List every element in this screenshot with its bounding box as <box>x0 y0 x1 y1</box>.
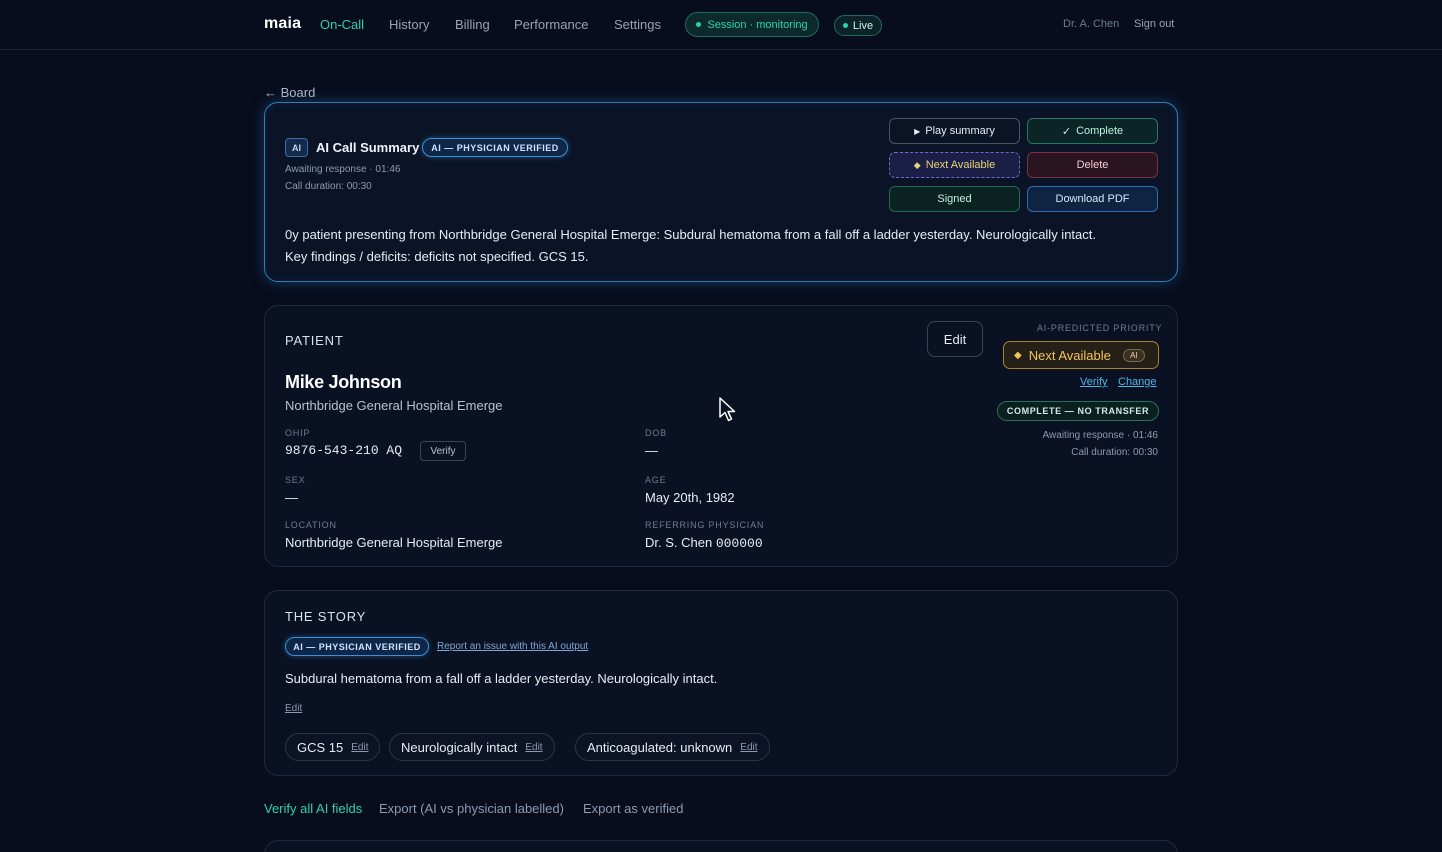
priority-value: Next Available <box>1028 347 1111 363</box>
session-status-label: Session · monitoring <box>707 18 808 31</box>
chip-edit-link[interactable]: Edit <box>525 742 542 753</box>
nav-item-settings[interactable]: Settings <box>614 17 661 32</box>
play-icon: ▶ <box>914 126 921 136</box>
ai-summary-line-1: 0y patient presenting from Northbridge G… <box>285 227 1096 242</box>
referring-physician-value: Dr. S. Chen 000000 <box>645 535 763 551</box>
download-pdf-button[interactable]: Download PDF <box>1027 186 1158 212</box>
story-verified-badge: AI — PHYSICIAN VERIFIED <box>285 637 429 656</box>
verify-ohip-button[interactable]: Verify <box>420 441 466 461</box>
patient-awaiting-response: Awaiting response · 01:46 <box>1042 430 1158 441</box>
mouse-cursor-icon <box>719 397 736 422</box>
patient-hospital: Northbridge General Hospital Emerge <box>285 398 503 413</box>
export-verified-link[interactable]: Export as verified <box>583 801 683 816</box>
complete-button[interactable]: ✓ Complete <box>1027 118 1158 144</box>
dob-value: — <box>645 443 658 458</box>
location-value: Northbridge General Hospital Emerge <box>285 535 503 550</box>
play-summary-label: Play summary <box>925 125 995 137</box>
finding-chip-gcs: GCS 15 Edit <box>285 733 381 761</box>
referring-physician-label: REFERRING PHYSICIAN <box>645 520 765 530</box>
patient-card: PATIENT Edit Mike Johnson Northbridge Ge… <box>264 305 1178 567</box>
finding-chip-anticoag: Anticoagulated: unknown Edit <box>575 733 770 761</box>
chip-edit-link[interactable]: Edit <box>351 742 368 753</box>
nav-item-on-call[interactable]: On-Call <box>320 17 364 32</box>
live-status-pill: Live <box>834 15 882 36</box>
export-labelled-link[interactable]: Export (AI vs physician labelled) <box>379 801 564 816</box>
ai-tag: AI <box>1122 348 1145 362</box>
ai-summary-text: 0y patient presenting from Northbridge G… <box>285 224 1161 268</box>
status-dot-icon <box>696 22 702 27</box>
patient-call-duration: Call duration: 00:30 <box>1071 447 1158 458</box>
referring-physician-name: Dr. S. Chen <box>645 535 713 550</box>
sex-value: — <box>285 490 298 505</box>
chip-edit-link[interactable]: Edit <box>740 742 757 753</box>
verify-priority-link[interactable]: Verify <box>1080 376 1108 388</box>
chip-label: GCS 15 <box>297 739 344 755</box>
patient-section-title: PATIENT <box>285 333 344 348</box>
ohip-label: OHIP <box>285 428 311 438</box>
story-card: THE STORY AI — PHYSICIAN VERIFIED Report… <box>264 590 1178 776</box>
priority-pill[interactable]: ◆ Next Available AI <box>1003 341 1159 369</box>
sex-label: SEX <box>285 475 306 485</box>
session-status-pill[interactable]: Session · monitoring <box>685 12 819 37</box>
current-user: Dr. A. Chen <box>1063 18 1120 30</box>
chip-label: Neurologically intact <box>401 739 518 755</box>
physician-verified-badge: AI — PHYSICIAN VERIFIED <box>422 138 568 157</box>
location-label: LOCATION <box>285 520 337 530</box>
live-status-label: Live <box>852 19 874 32</box>
live-dot-icon <box>842 23 848 28</box>
report-ai-issue-link[interactable]: Report an issue with this AI output <box>437 641 588 652</box>
ai-priority-label: AI-PREDICTED PRIORITY <box>1037 323 1163 333</box>
diamond-icon: ◆ <box>913 159 921 170</box>
call-duration-text: Call duration: 00:30 <box>285 181 372 192</box>
next-section-card <box>264 840 1178 852</box>
next-available-label: Next Available <box>925 159 996 171</box>
change-priority-link[interactable]: Change <box>1118 376 1157 388</box>
top-nav: maia On-Call History Billing Performance… <box>0 0 1442 50</box>
delete-button[interactable]: Delete <box>1027 152 1158 178</box>
awaiting-response-text: Awaiting response · 01:46 <box>285 164 401 175</box>
ai-badge: AI <box>285 138 308 157</box>
sign-out-link[interactable]: Sign out <box>1134 18 1174 30</box>
edit-story-link[interactable]: Edit <box>285 703 302 714</box>
check-icon: ✓ <box>1061 125 1072 138</box>
next-available-button[interactable]: ◆ Next Available <box>889 152 1020 178</box>
ai-summary-title: AI Call Summary <box>316 140 420 155</box>
chip-label: Anticoagulated: unknown <box>587 739 733 755</box>
disposition-status-badge: COMPLETE — NO TRANSFER <box>997 401 1159 421</box>
dob-label: DOB <box>645 428 667 438</box>
age-value: May 20th, 1982 <box>645 490 735 505</box>
complete-label: Complete <box>1076 125 1124 137</box>
ai-summary-line-2: Key findings / deficits: deficits not sp… <box>285 249 589 264</box>
referring-physician-id: 000000 <box>715 536 763 551</box>
nav-item-billing[interactable]: Billing <box>455 17 490 32</box>
edit-patient-button[interactable]: Edit <box>927 321 983 357</box>
play-summary-button[interactable]: ▶ Play summary <box>889 118 1020 144</box>
nav-item-performance[interactable]: Performance <box>514 17 588 32</box>
verify-all-ai-fields-link[interactable]: Verify all AI fields <box>264 801 362 816</box>
ohip-value: 9876-543-210 AQ <box>285 443 403 458</box>
nav-item-history[interactable]: History <box>389 17 429 32</box>
patient-name: Mike Johnson <box>285 372 402 392</box>
story-text: Subdural hematoma from a fall off a ladd… <box>285 671 718 686</box>
finding-chip-neuro: Neurologically intact Edit <box>389 733 555 761</box>
age-label: AGE <box>645 475 667 485</box>
story-section-title: THE STORY <box>285 609 367 624</box>
back-to-board-link[interactable]: ← Board <box>264 85 315 100</box>
diamond-icon: ◆ <box>1014 349 1022 361</box>
ai-call-summary-card: AI AI Call Summary AI — PHYSICIAN VERIFI… <box>264 102 1178 282</box>
brand-logo[interactable]: maia <box>264 15 301 33</box>
signed-button[interactable]: Signed <box>889 186 1020 212</box>
